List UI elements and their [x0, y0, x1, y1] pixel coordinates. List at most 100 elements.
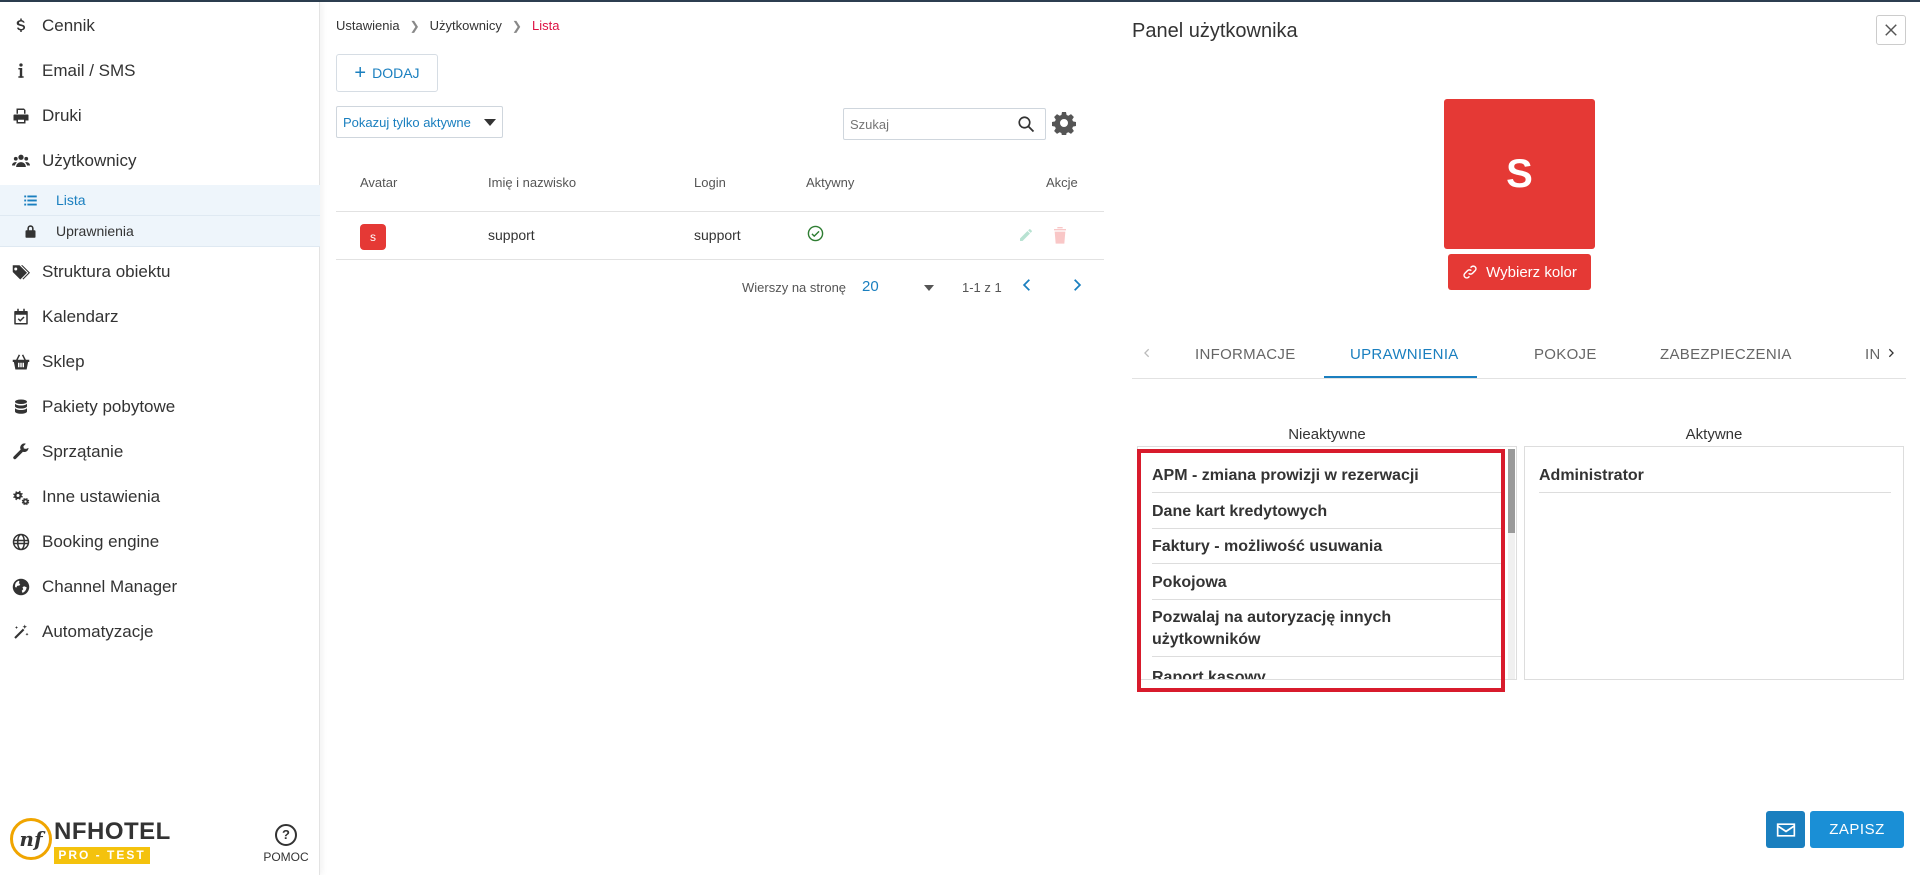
column-header: Avatar: [360, 175, 398, 190]
magic-wand-icon: [10, 623, 32, 641]
sidebar-item-label: Użytkownicy: [42, 151, 137, 170]
database-icon: [10, 398, 32, 416]
close-button[interactable]: [1876, 15, 1906, 45]
chevron-right-icon[interactable]: [1886, 346, 1896, 364]
rows-per-page-select[interactable]: 20: [862, 278, 932, 295]
chevron-right-icon: ❯: [409, 18, 420, 33]
avatar: s: [360, 224, 386, 250]
panel-title: Panel użytkownika: [1132, 20, 1298, 42]
active-tab-indicator: [1324, 376, 1477, 378]
sidebar-subitem-uprawnienia[interactable]: Uprawnienia: [0, 216, 320, 247]
choose-color-button[interactable]: Wybierz kolor: [1448, 254, 1591, 290]
gear-icon[interactable]: [1052, 111, 1076, 140]
plus-icon: +: [354, 62, 367, 84]
column-header[interactable]: Aktywny: [806, 175, 854, 190]
wrench-icon: [10, 443, 32, 461]
add-button-label: DODAJ: [372, 65, 420, 81]
active-permissions-list[interactable]: Administrator: [1524, 446, 1904, 680]
sidebar-item-cennik[interactable]: Cennik: [0, 6, 320, 46]
chevron-right-icon: ❯: [511, 18, 522, 33]
logo-mark: nf: [10, 818, 52, 860]
sidebar-item-channel-manager[interactable]: Channel Manager: [0, 567, 320, 607]
tab-uprawnienia[interactable]: UPRAWNIENIA: [1350, 346, 1459, 363]
caret-down-icon[interactable]: [924, 285, 934, 291]
users-table-header: Avatar Imię i nazwisko Login Aktywny Akc…: [336, 160, 1104, 212]
sidebar-item-inne-ustawienia[interactable]: Inne ustawienia: [0, 477, 320, 517]
column-header[interactable]: Login: [694, 175, 726, 190]
users-icon: [10, 152, 32, 170]
breadcrumb-item[interactable]: Ustawienia: [336, 18, 400, 33]
tab-zabezpieczenia[interactable]: ZABEZPIECZENIA: [1660, 346, 1792, 363]
help-button[interactable]: ? POMOC: [258, 824, 314, 864]
breadcrumb-item[interactable]: Użytkownicy: [430, 18, 502, 33]
user-avatar-large: S: [1444, 99, 1595, 249]
environment-badge: PRO - TEST: [54, 847, 150, 864]
basket-icon: [10, 353, 32, 371]
search-input[interactable]: [844, 110, 1004, 138]
tags-icon: [10, 263, 32, 281]
sidebar-item-label: Inne ustawienia: [42, 487, 161, 506]
highlight-frame: [1137, 449, 1505, 692]
list-icon: [22, 193, 38, 208]
sidebar-item-sklep[interactable]: Sklep: [0, 342, 320, 382]
sidebar-item-sprzatanie[interactable]: Sprzątanie: [0, 432, 320, 472]
sidebar-item-struktura-obiektu[interactable]: Struktura obiektu: [0, 252, 320, 292]
dollar-icon: [10, 17, 32, 35]
chevron-left-icon[interactable]: [1020, 277, 1034, 296]
chevron-left-icon[interactable]: [1142, 346, 1152, 364]
globe-americas-icon: [10, 578, 32, 596]
sidebar-subitem-lista[interactable]: Lista: [0, 185, 320, 216]
sidebar-item-label: Cennik: [42, 16, 95, 35]
choose-color-label: Wybierz kolor: [1486, 263, 1577, 281]
table-row[interactable]: s support support: [336, 212, 1104, 260]
trash-icon[interactable]: [1052, 225, 1068, 248]
sidebar-item-label: Sprzątanie: [42, 442, 124, 461]
sidebar-subitem-label: Lista: [56, 192, 86, 208]
sidebar-item-uzytkownicy[interactable]: Użytkownicy: [0, 141, 320, 181]
chevron-right-icon[interactable]: [1070, 277, 1084, 296]
edit-icon[interactable]: [1018, 227, 1034, 246]
page-range: 1-1 z 1: [962, 280, 1002, 295]
sidebar-item-label: Channel Manager: [42, 577, 178, 596]
search-icon[interactable]: [1017, 115, 1035, 138]
rows-per-page-label: Wierszy na stronę: [742, 280, 847, 295]
user-name: support: [488, 227, 535, 243]
envelope-icon: [1776, 822, 1795, 837]
sidebar-item-booking-engine[interactable]: Booking engine: [0, 522, 320, 562]
sidebar-item-label: Sklep: [42, 352, 85, 371]
save-button[interactable]: ZAPISZ: [1810, 811, 1904, 848]
nfhotel-logo: nf NFHOTEL PRO - TEST: [10, 814, 170, 869]
filter-label: Pokazuj tylko aktywne: [343, 114, 471, 130]
send-email-button[interactable]: [1766, 811, 1805, 848]
question-icon: ?: [275, 824, 297, 846]
sidebar-item-pakiety-pobytowe[interactable]: Pakiety pobytowe: [0, 387, 320, 427]
column-header[interactable]: Imię i nazwisko: [488, 175, 576, 190]
lock-icon: [22, 224, 38, 239]
sidebar-item-label: Druki: [42, 106, 82, 125]
rows-per-page-value: 20: [862, 278, 879, 295]
calendar-check-icon: [10, 308, 32, 326]
tab-more[interactable]: IN: [1865, 346, 1879, 363]
sidebar-item-email-sms[interactable]: Email / SMS: [0, 51, 320, 91]
tab-informacje[interactable]: INFORMACJE: [1195, 346, 1296, 363]
sidebar-item-label: Automatyzacje: [42, 622, 154, 641]
list-scrollbar[interactable]: [1508, 449, 1515, 679]
caret-down-icon: [484, 119, 496, 126]
sidebar-item-automatyzacje[interactable]: Automatyzacje: [0, 612, 320, 652]
info-icon: [10, 62, 32, 80]
sidebar-item-druki[interactable]: Druki: [0, 96, 320, 136]
breadcrumb: Ustawienia ❯ Użytkownicy ❯ Lista: [336, 18, 559, 33]
printer-icon: [10, 107, 32, 125]
sidebar-item-kalendarz[interactable]: Kalendarz: [0, 297, 320, 337]
globe-icon: [10, 533, 32, 551]
tab-pokoje[interactable]: POKOJE: [1534, 346, 1597, 363]
scrollbar-thumb[interactable]: [1508, 449, 1515, 533]
sidebar-item-label: Pakiety pobytowe: [42, 397, 176, 416]
add-user-button[interactable]: + DODAJ: [336, 54, 438, 92]
inactive-permissions-title: Nieaktywne: [1288, 426, 1366, 443]
pagination: Wierszy na stronę 20 1-1 z 1: [742, 278, 1092, 302]
panel-tabs: INFORMACJE UPRAWNIENIA POKOJE ZABEZPIECZ…: [1132, 336, 1906, 379]
active-filter-select[interactable]: Pokazuj tylko aktywne: [336, 106, 503, 138]
list-item[interactable]: Administrator: [1539, 465, 1891, 493]
active-permissions-title: Aktywne: [1685, 426, 1743, 443]
